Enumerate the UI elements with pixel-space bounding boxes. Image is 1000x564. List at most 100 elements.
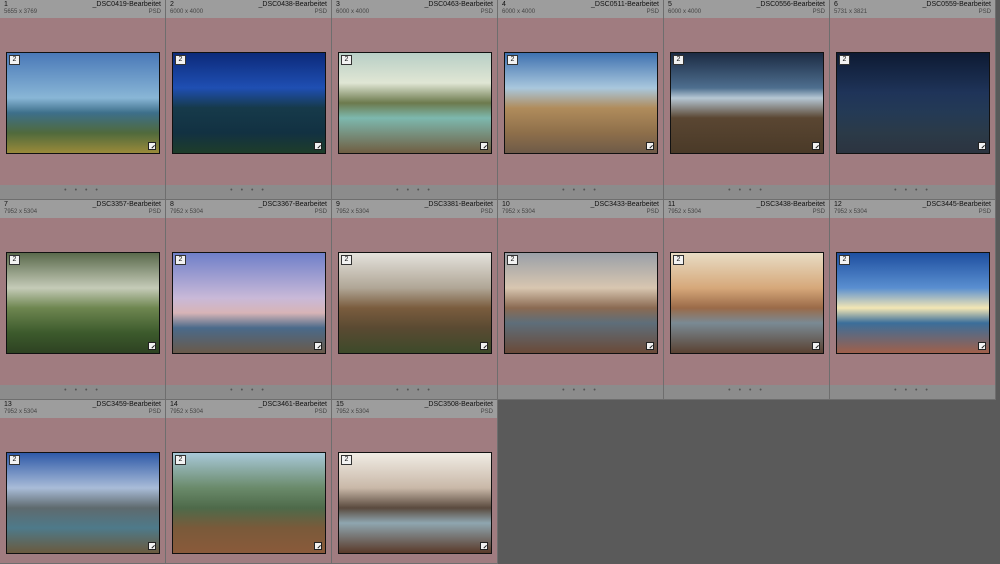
edited-icon[interactable] — [978, 142, 986, 150]
photo-thumbnail[interactable]: 2 — [172, 252, 326, 354]
edited-icon[interactable] — [148, 542, 156, 550]
edited-icon[interactable] — [812, 342, 820, 350]
more-dots-icon[interactable]: • • • • — [498, 187, 663, 194]
photo-thumbnail[interactable]: 2 — [172, 52, 326, 154]
grid-cell[interactable]: 1 5655 x 3769 _DSC0419-Bearbeitet PSD 2 • • •… — [0, 0, 166, 200]
edited-icon[interactable] — [480, 342, 488, 350]
cell-filename: _DSC3433-Bearbeitet — [590, 201, 660, 208]
photo-thumbnail[interactable]: 2 — [338, 52, 492, 154]
cell-dimensions: 7952 x 5304 — [170, 409, 204, 415]
grid-cell[interactable]: 13 7952 x 5304 _DSC3459-Bearbeitet PSD 2 — [0, 400, 166, 564]
cell-header: 8 7952 x 5304 _DSC3367-Bearbeitet PSD — [166, 200, 331, 218]
cell-index: 13 — [4, 401, 12, 408]
grid-cell[interactable]: 5 6000 x 4000 _DSC0556-Bearbeitet PSD 2 • • •… — [664, 0, 830, 200]
stack-count-badge[interactable]: 2 — [839, 255, 850, 265]
stack-count-badge[interactable]: 2 — [175, 55, 186, 65]
cell-footer: • • • • — [830, 385, 995, 399]
photo-thumbnail[interactable]: 2 — [836, 252, 990, 354]
photo-thumbnail[interactable]: 2 — [6, 52, 160, 154]
photo-thumbnail[interactable]: 2 — [670, 52, 824, 154]
more-dots-icon[interactable]: • • • • — [830, 187, 995, 194]
photo-thumbnail[interactable]: 2 — [338, 252, 492, 354]
cell-filename: _DSC0511-Bearbeitet — [591, 1, 659, 8]
cell-filename: _DSC3459-Bearbeitet — [92, 401, 162, 408]
stack-count-badge[interactable]: 2 — [9, 255, 20, 265]
cell-header: 12 7952 x 5304 _DSC3445-Bearbeitet PSD — [830, 200, 995, 218]
cell-file-type: PSD — [148, 9, 161, 15]
cell-dimensions: 7952 x 5304 — [4, 209, 38, 215]
stack-count-badge[interactable]: 2 — [673, 55, 684, 65]
edited-icon[interactable] — [646, 342, 654, 350]
more-dots-icon[interactable]: • • • • — [332, 187, 497, 194]
more-dots-icon[interactable]: • • • • — [830, 387, 995, 394]
edited-icon[interactable] — [148, 142, 156, 150]
cell-dimensions: 7952 x 5304 — [336, 409, 370, 415]
cell-file-type: PSD — [148, 209, 161, 215]
stack-count-badge[interactable]: 2 — [507, 255, 518, 265]
cell-filename: _DSC3381-Bearbeitet — [424, 201, 494, 208]
cell-index: 7 — [4, 201, 8, 208]
grid-cell[interactable]: 2 6000 x 4000 _DSC0438-Bearbeitet PSD 2 • • •… — [166, 0, 332, 200]
photo-thumbnail[interactable]: 2 — [6, 252, 160, 354]
stack-count-badge[interactable]: 2 — [175, 255, 186, 265]
photo-thumbnail[interactable]: 2 — [504, 52, 658, 154]
grid-cell[interactable]: 3 6000 x 4000 _DSC0463-Bearbeitet PSD 2 • • •… — [332, 0, 498, 200]
photo-thumbnail[interactable]: 2 — [670, 252, 824, 354]
edited-icon[interactable] — [812, 142, 820, 150]
grid-cell[interactable]: 14 7952 x 5304 _DSC3461-Bearbeitet PSD 2 — [166, 400, 332, 564]
photo-thumbnail[interactable]: 2 — [6, 452, 160, 554]
grid-cell[interactable]: 11 7952 x 5304 _DSC3438-Bearbeitet PSD 2 • • … — [664, 200, 830, 400]
stack-count-badge[interactable]: 2 — [341, 255, 352, 265]
edited-icon[interactable] — [646, 142, 654, 150]
cell-filename: _DSC3508-Bearbeitet — [424, 401, 494, 408]
cell-filename: _DSC3367-Bearbeitet — [258, 201, 328, 208]
cell-footer: • • • • — [332, 385, 497, 399]
stack-count-badge[interactable]: 2 — [507, 55, 518, 65]
edited-icon[interactable] — [314, 342, 322, 350]
stack-count-badge[interactable]: 2 — [175, 455, 186, 465]
more-dots-icon[interactable]: • • • • — [0, 187, 165, 194]
grid-cell[interactable]: 6 5731 x 3821 _DSC0559-Bearbeitet PSD 2 • • •… — [830, 0, 996, 200]
more-dots-icon[interactable]: • • • • — [664, 187, 829, 194]
cell-index: 1 — [4, 1, 8, 8]
grid-cell[interactable]: 10 7952 x 5304 _DSC3433-Bearbeitet PSD 2 • • … — [498, 200, 664, 400]
stack-count-badge[interactable]: 2 — [839, 55, 850, 65]
edited-icon[interactable] — [314, 542, 322, 550]
cell-dimensions: 7952 x 5304 — [170, 209, 204, 215]
cell-header: 14 7952 x 5304 _DSC3461-Bearbeitet PSD — [166, 400, 331, 418]
stack-count-badge[interactable]: 2 — [341, 55, 352, 65]
cell-file-type: PSD — [812, 9, 825, 15]
cell-footer: • • • • — [664, 185, 829, 199]
more-dots-icon[interactable]: • • • • — [166, 187, 331, 194]
photo-thumbnail[interactable]: 2 — [504, 252, 658, 354]
more-dots-icon[interactable]: • • • • — [664, 387, 829, 394]
more-dots-icon[interactable]: • • • • — [498, 387, 663, 394]
cell-header: 13 7952 x 5304 _DSC3459-Bearbeitet PSD — [0, 400, 165, 418]
photo-thumbnail[interactable]: 2 — [836, 52, 990, 154]
grid-cell[interactable]: 12 7952 x 5304 _DSC3445-Bearbeitet PSD 2 • • … — [830, 200, 996, 400]
photo-thumbnail[interactable]: 2 — [338, 452, 492, 554]
more-dots-icon[interactable]: • • • • — [166, 387, 331, 394]
stack-count-badge[interactable]: 2 — [341, 455, 352, 465]
more-dots-icon[interactable]: • • • • — [332, 387, 497, 394]
grid-cell[interactable]: 7 7952 x 5304 _DSC3357-Bearbeitet PSD 2 • • •… — [0, 200, 166, 400]
edited-icon[interactable] — [480, 142, 488, 150]
stack-count-badge[interactable]: 2 — [673, 255, 684, 265]
photo-thumbnail[interactable]: 2 — [172, 452, 326, 554]
edited-icon[interactable] — [978, 342, 986, 350]
grid-cell[interactable]: 4 6000 x 4000 _DSC0511-Bearbeitet PSD 2 • • •… — [498, 0, 664, 200]
more-dots-icon[interactable]: • • • • — [0, 387, 165, 394]
grid-cell[interactable]: 9 7952 x 5304 _DSC3381-Bearbeitet PSD 2 • • •… — [332, 200, 498, 400]
cell-footer: • • • • — [332, 185, 497, 199]
stack-count-badge[interactable]: 2 — [9, 455, 20, 465]
cell-header: 7 7952 x 5304 _DSC3357-Bearbeitet PSD — [0, 200, 165, 218]
cell-file-type: PSD — [480, 409, 493, 415]
edited-icon[interactable] — [148, 342, 156, 350]
edited-icon[interactable] — [314, 142, 322, 150]
edited-icon[interactable] — [480, 542, 488, 550]
cell-filename: _DSC3357-Bearbeitet — [92, 201, 162, 208]
stack-count-badge[interactable]: 2 — [9, 55, 20, 65]
grid-cell[interactable]: 8 7952 x 5304 _DSC3367-Bearbeitet PSD 2 • • •… — [166, 200, 332, 400]
cell-index: 3 — [336, 1, 340, 8]
grid-cell[interactable]: 15 7952 x 5304 _DSC3508-Bearbeitet PSD 2 — [332, 400, 498, 564]
